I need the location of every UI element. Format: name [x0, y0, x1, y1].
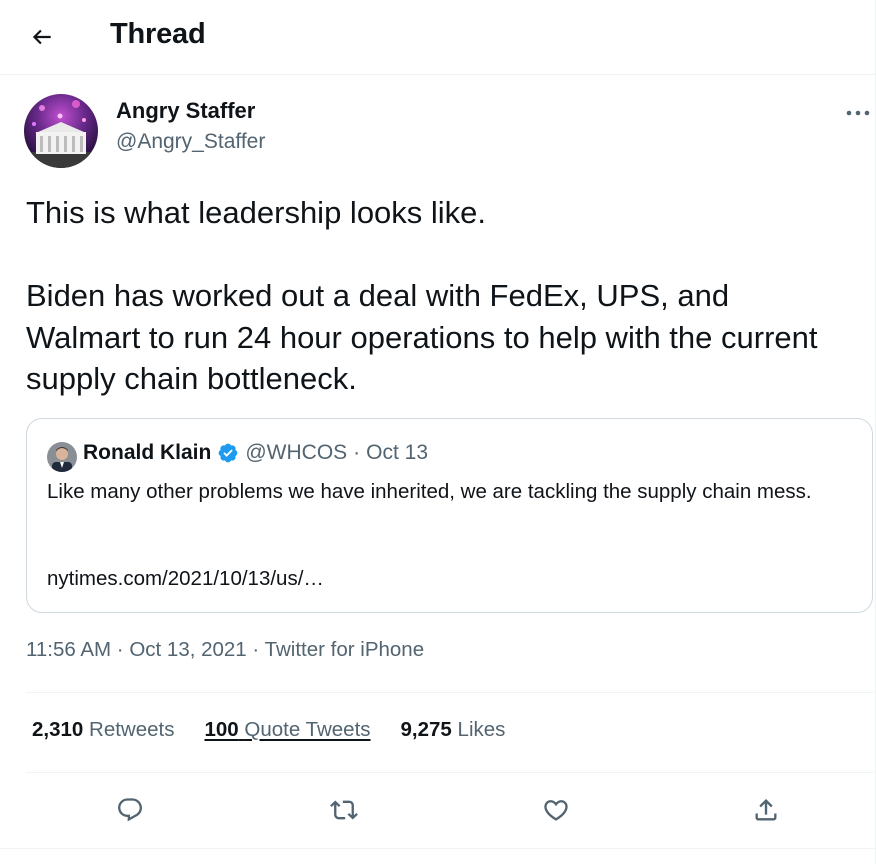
more-button[interactable] — [838, 98, 876, 128]
tweet-text: This is what leadership looks like. Bide… — [26, 195, 818, 396]
more-dots-icon — [846, 110, 870, 116]
retweet-button[interactable] — [322, 788, 366, 832]
back-button[interactable] — [22, 17, 62, 57]
reply-icon — [118, 798, 142, 822]
retweet-icon — [330, 800, 358, 820]
thread-header: Thread — [0, 0, 876, 75]
arrow-left-icon — [32, 29, 51, 45]
quote-author-name[interactable]: Ronald Klain — [83, 441, 211, 465]
tweet-stats: 2,310 Retweets 100 Quote Tweets 9,275 Li… — [32, 718, 535, 742]
thread-page: Thread Angry Staffer @Angry_Staffer This… — [0, 0, 876, 864]
meta-separator: · — [252, 638, 260, 661]
likes-stat[interactable]: 9,275 Likes — [401, 718, 506, 742]
retweets-count: 2,310 — [32, 718, 84, 741]
quote-text: Like many other problems we have inherit… — [47, 480, 812, 503]
quote-link[interactable]: nytimes.com/2021/10/13/us/… — [47, 567, 324, 591]
author-handle[interactable]: @Angry_Staffer — [116, 130, 265, 154]
reply-button[interactable] — [108, 788, 152, 832]
share-button[interactable] — [744, 788, 788, 832]
divider — [0, 848, 876, 849]
quote-author-handle[interactable]: @WHCOS — [245, 441, 347, 465]
author-avatar[interactable] — [24, 94, 98, 168]
verified-badge-icon — [217, 442, 239, 464]
divider — [26, 772, 874, 773]
heart-icon — [544, 800, 568, 821]
retweets-label: Retweets — [89, 718, 175, 741]
tweet-timestamp: 11:56 AM · Oct 13, 2021 · Twitter for iP… — [26, 638, 424, 662]
page-title: Thread — [110, 18, 206, 50]
author-name[interactable]: Angry Staffer — [116, 98, 255, 124]
divider — [26, 692, 874, 693]
quote-separator: · — [353, 441, 361, 464]
tweet-time[interactable]: 11:56 AM — [26, 638, 111, 661]
share-icon — [755, 799, 777, 821]
meta-separator: · — [116, 638, 124, 661]
quote-tweets-count: 100 — [204, 718, 239, 741]
likes-count: 9,275 — [400, 718, 452, 741]
tweet-source[interactable]: Twitter for iPhone — [265, 638, 425, 661]
quote-tweets-label: Quote Tweets — [244, 718, 371, 741]
likes-label: Likes — [457, 718, 506, 741]
quote-tweets-stat[interactable]: 100 Quote Tweets — [204, 718, 370, 742]
quote-date[interactable]: Oct 13 — [366, 441, 428, 465]
retweets-stat[interactable]: 2,310 Retweets — [32, 718, 174, 742]
tweet-date[interactable]: Oct 13, 2021 — [129, 638, 246, 661]
like-button[interactable] — [534, 788, 578, 832]
quote-avatar[interactable] — [47, 442, 77, 472]
quoted-tweet[interactable]: Ronald Klain @WHCOS · Oct 13 Like many o… — [26, 418, 873, 613]
quote-header: Ronald Klain @WHCOS · Oct 13 — [83, 441, 428, 465]
